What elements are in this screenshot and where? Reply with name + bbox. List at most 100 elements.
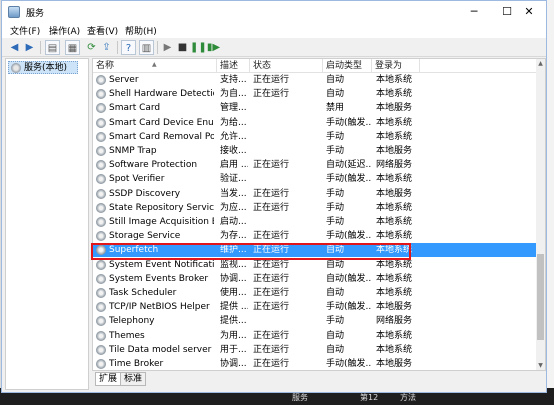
tab-extended[interactable]: 扩展 <box>95 372 122 386</box>
gear-icon <box>11 63 21 73</box>
refresh-icon[interactable]: ⟳ <box>84 40 99 55</box>
column-startup[interactable]: 启动类型 <box>323 59 372 73</box>
gear-icon <box>96 273 106 284</box>
properties-icon[interactable]: ▦ <box>65 40 80 55</box>
vertical-scrollbar[interactable]: ▲ ▼ <box>536 59 545 370</box>
menu-action[interactable]: 操作(A) <box>49 24 80 37</box>
help-icon[interactable]: ? <box>121 40 136 55</box>
tree-item-label: 服务(本地) <box>24 63 68 73</box>
service-start: 手动 <box>326 202 345 213</box>
gear-icon <box>96 316 106 327</box>
stop-icon[interactable]: ■ <box>175 40 190 55</box>
gear-icon <box>96 174 106 185</box>
service-desc: 启用 ... <box>220 160 248 171</box>
service-row[interactable]: Superfetch 维护... 正在运行 自动 本地系统 <box>93 243 545 258</box>
back-icon[interactable]: ◀ <box>7 40 22 55</box>
service-start: 手动 <box>326 146 345 156</box>
service-logon: 本地系统 <box>376 117 413 128</box>
service-desc: 监视... <box>220 259 247 270</box>
scroll-thumb[interactable] <box>537 254 544 340</box>
gear-icon <box>96 117 106 128</box>
service-name: Telephony <box>109 316 155 327</box>
service-desc: 使用... <box>220 288 247 298</box>
service-name: Smart Card Removal Poli... <box>109 131 214 142</box>
show-tree-icon[interactable]: ▤ <box>45 40 60 55</box>
menu-file[interactable]: 文件(F) <box>10 24 40 37</box>
service-row[interactable]: Shell Hardware Detection 为自... 正在运行 自动 本地系统 <box>93 87 545 101</box>
service-status: 正在运行 <box>253 75 290 85</box>
service-start: 手动(触发... <box>326 359 372 369</box>
close-button[interactable]: ✕ <box>512 1 546 23</box>
service-name: Server <box>109 75 139 85</box>
service-desc: 维护... <box>220 245 247 256</box>
service-row[interactable]: State Repository Service 为应... 正在运行 手动 本地系统 <box>93 201 545 215</box>
service-name: SNMP Trap <box>109 146 157 156</box>
tab-standard[interactable]: 标准 <box>120 372 147 386</box>
menu-view[interactable]: 查看(V) <box>87 24 118 37</box>
service-row[interactable]: SNMP Trap 接收... 手动 本地服务 <box>93 144 545 158</box>
services-list: 名称 ▲ 描述 状态 启动类型 登录为 Server 支持... 正在运行 自动 本地系… <box>92 58 546 371</box>
pause-icon[interactable]: ❚❚ <box>190 40 207 55</box>
scroll-down-icon[interactable]: ▼ <box>536 361 545 370</box>
export-icon[interactable]: ⇪ <box>99 40 114 55</box>
service-row[interactable]: TCP/IP NetBIOS Helper 提供 ... 正在运行 手动(触发... 本… <box>93 300 545 314</box>
service-row[interactable]: Software Protection 启用 ... 正在运行 自动(延迟... 网络服… <box>93 158 545 172</box>
menu-help[interactable]: 帮助(H) <box>125 24 157 37</box>
service-row[interactable]: Smart Card Removal Poli... 允许... 手动 本地系统 <box>93 130 545 144</box>
service-desc: 启动... <box>220 217 247 227</box>
scroll-up-icon[interactable]: ▲ <box>536 59 545 68</box>
service-logon: 本地服务 <box>376 103 413 114</box>
service-row[interactable]: Still Image Acquisition Ev... 启动... 手动 本地系统 <box>93 215 545 229</box>
service-desc: 允许... <box>220 131 247 142</box>
service-row[interactable]: System Events Broker 协调... 正在运行 自动(触发... 本地系… <box>93 272 545 286</box>
service-start: 自动 <box>326 330 345 341</box>
gear-icon <box>96 131 106 142</box>
service-start: 自动 <box>326 259 345 270</box>
minimize-button[interactable]: ─ <box>457 1 491 23</box>
restart-icon[interactable]: ▮▶ <box>206 40 221 55</box>
service-desc: 提供... <box>220 316 247 327</box>
service-logon: 本地服务 <box>376 146 413 156</box>
service-row[interactable]: Telephony 提供... 手动 网络服务 <box>93 314 545 328</box>
service-row[interactable]: Tile Data model server 用于... 正在运行 自动 本地系统 <box>93 343 545 357</box>
service-row[interactable]: SSDP Discovery 当发... 正在运行 手动 本地服务 <box>93 187 545 201</box>
service-row[interactable]: System Event Notification... 监视... 正在运行 自动 本… <box>93 258 545 272</box>
toolbar-separator <box>117 41 118 54</box>
bg-text-3: 方法 <box>400 393 416 402</box>
service-start: 手动(触发... <box>326 174 372 185</box>
forward-icon[interactable]: ▶ <box>22 40 37 55</box>
menu-bar: 文件(F) 操作(A) 查看(V) 帮助(H) <box>2 23 546 38</box>
service-name: Themes <box>109 330 145 341</box>
column-desc[interactable]: 描述 <box>217 59 250 73</box>
start-icon[interactable]: ▶ <box>160 40 175 55</box>
tree-item-services-local[interactable]: 服务(本地) <box>8 61 78 74</box>
service-row[interactable]: Server 支持... 正在运行 自动 本地系统 <box>93 73 545 87</box>
service-start: 手动 <box>326 131 345 142</box>
details-icon[interactable]: ▥ <box>139 40 154 55</box>
services-window: 服务 ─ ☐ ✕ 文件(F) 操作(A) 查看(V) 帮助(H) ◀ ▶ ▤ ▦… <box>1 0 547 393</box>
column-status[interactable]: 状态 <box>250 59 323 73</box>
service-row[interactable]: Time Broker 协调... 正在运行 手动(触发... 本地服务 <box>93 357 545 370</box>
gear-icon <box>96 344 106 355</box>
service-row[interactable]: Smart Card Device Enum... 为给... 手动(触发... 本地… <box>93 116 545 130</box>
gear-icon <box>96 330 106 341</box>
service-logon: 本地服务 <box>376 302 413 313</box>
service-logon: 本地系统 <box>376 89 413 100</box>
service-status: 正在运行 <box>253 288 290 298</box>
column-name[interactable]: 名称 ▲ <box>93 59 217 73</box>
service-row[interactable]: Spot Verifier 验证... 手动(触发... 本地系统 <box>93 172 545 186</box>
service-logon: 本地系统 <box>376 259 413 270</box>
service-row[interactable]: Storage Service 为存... 正在运行 手动(触发... 本地系统 <box>93 229 545 243</box>
gear-icon <box>96 359 106 369</box>
minimize-icon: ─ <box>470 5 478 18</box>
service-row[interactable]: Task Scheduler 使用... 正在运行 自动 本地系统 <box>93 286 545 300</box>
service-row[interactable]: Themes 为用... 正在运行 自动 本地系统 <box>93 329 545 343</box>
service-start: 自动 <box>326 89 345 100</box>
service-logon: 本地系统 <box>376 75 413 85</box>
view-tabs: 扩展 标准 <box>92 371 546 389</box>
service-logon: 本地系统 <box>376 231 413 242</box>
service-logon: 本地服务 <box>376 188 413 199</box>
gear-icon <box>96 302 106 313</box>
service-row[interactable]: Smart Card 管理... 禁用 本地服务 <box>93 101 545 115</box>
column-logon[interactable]: 登录为 <box>372 59 420 73</box>
